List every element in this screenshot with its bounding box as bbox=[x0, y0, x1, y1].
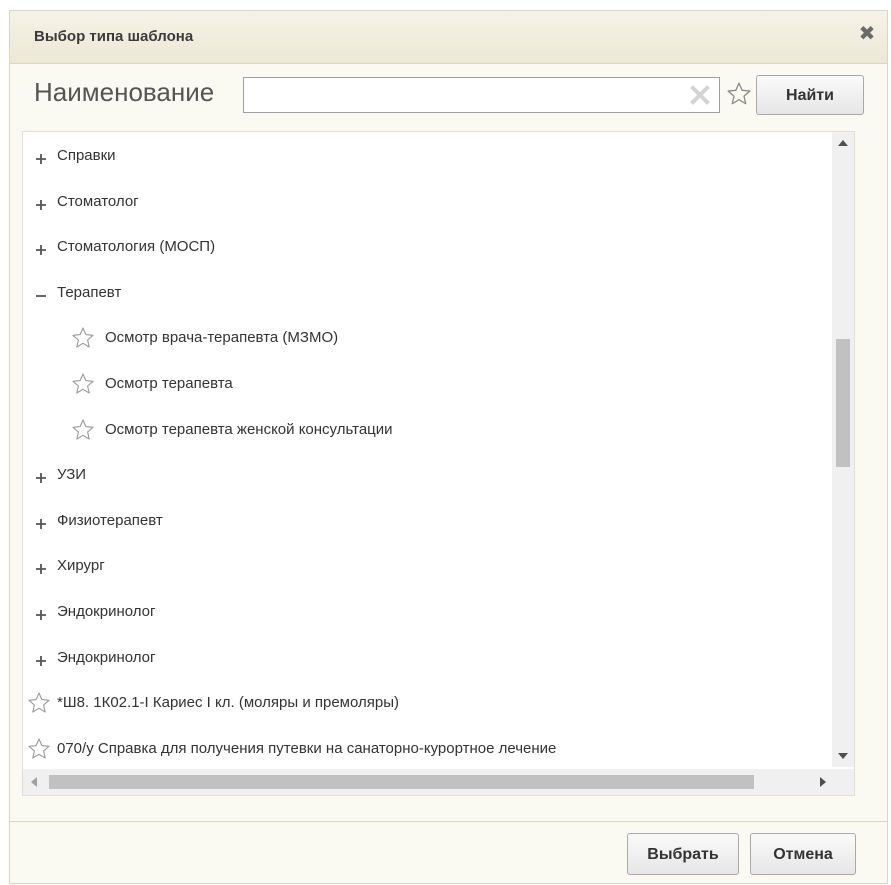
favorite-star-icon[interactable] bbox=[71, 326, 95, 350]
tree-item-label: *Ш8. 1К02.1-I Кариес I кл. (моляры и пре… bbox=[57, 694, 399, 712]
dialog-titlebar: Выбор типа шаблона ✖ bbox=[10, 11, 887, 64]
scrollbar-corner bbox=[832, 769, 854, 795]
tree-item-label: Хирург bbox=[57, 557, 105, 575]
footer-divider bbox=[10, 821, 887, 822]
template-tree: Справки Стоматолог Стоматология (МОСП) Тера… bbox=[22, 131, 855, 796]
scroll-up-arrow-icon[interactable] bbox=[832, 132, 854, 154]
tree-item-label: Эндокринолог bbox=[57, 648, 156, 666]
tree-item-label: Стоматология (МОСП) bbox=[57, 238, 216, 256]
horizontal-scroll-thumb[interactable] bbox=[49, 775, 754, 789]
find-button[interactable]: Найти bbox=[756, 75, 864, 115]
select-button[interactable]: Выбрать bbox=[627, 833, 739, 875]
vertical-scrollbar[interactable] bbox=[832, 132, 854, 767]
favorite-star-icon[interactable] bbox=[71, 418, 95, 442]
tree-item-label: Справки bbox=[57, 147, 116, 164]
favorite-star-icon[interactable] bbox=[71, 372, 95, 396]
collapse-minus-icon[interactable] bbox=[33, 285, 49, 301]
expand-plus-icon[interactable] bbox=[33, 239, 49, 256]
horizontal-scrollbar[interactable] bbox=[23, 769, 834, 795]
search-field bbox=[243, 77, 720, 113]
tree-item-label: Стоматолог bbox=[57, 192, 139, 210]
expand-plus-icon[interactable] bbox=[33, 650, 49, 666]
tree-item-label: Эндокринолог bbox=[57, 603, 156, 620]
expand-plus-icon[interactable] bbox=[33, 513, 49, 529]
close-icon[interactable]: ✖ bbox=[857, 24, 877, 44]
search-input[interactable] bbox=[244, 78, 674, 112]
vertical-scroll-thumb[interactable] bbox=[836, 339, 850, 468]
tree-item-label: УЗИ bbox=[57, 466, 87, 484]
expand-plus-icon[interactable] bbox=[33, 604, 49, 620]
favorite-star-icon[interactable] bbox=[27, 737, 51, 761]
tree-item-label: Осмотр терапевта bbox=[105, 375, 233, 392]
scroll-down-arrow-icon[interactable] bbox=[832, 745, 854, 767]
cancel-button[interactable]: Отмена bbox=[750, 833, 856, 875]
template-type-dialog: Выбор типа шаблона ✖ Наименование Найти … bbox=[9, 10, 888, 884]
expand-plus-icon[interactable] bbox=[33, 148, 49, 164]
scroll-left-arrow-icon[interactable] bbox=[23, 769, 45, 795]
dialog-title: Выбор типа шаблона bbox=[34, 28, 194, 45]
tree-item-label: 070/у Справка для получения путевки на с… bbox=[57, 739, 557, 757]
expand-plus-icon[interactable] bbox=[33, 467, 49, 484]
expand-plus-icon[interactable] bbox=[33, 558, 49, 575]
clear-icon[interactable] bbox=[689, 84, 711, 106]
expand-plus-icon[interactable] bbox=[33, 194, 49, 210]
tree-item-label: Физиотерапевт bbox=[57, 511, 163, 529]
tree-item-label: Терапевт bbox=[57, 283, 122, 301]
favorite-star-icon[interactable] bbox=[27, 691, 51, 715]
tree-item-label: Осмотр терапевта женской консультации bbox=[105, 420, 393, 438]
search-row: Наименование Найти bbox=[10, 63, 887, 131]
scroll-right-arrow-icon[interactable] bbox=[812, 769, 834, 795]
search-label: Наименование bbox=[34, 77, 215, 107]
favorites-star-icon[interactable] bbox=[726, 81, 752, 107]
tree-item-label: Осмотр врача-терапевта (МЗМО) bbox=[105, 329, 339, 347]
